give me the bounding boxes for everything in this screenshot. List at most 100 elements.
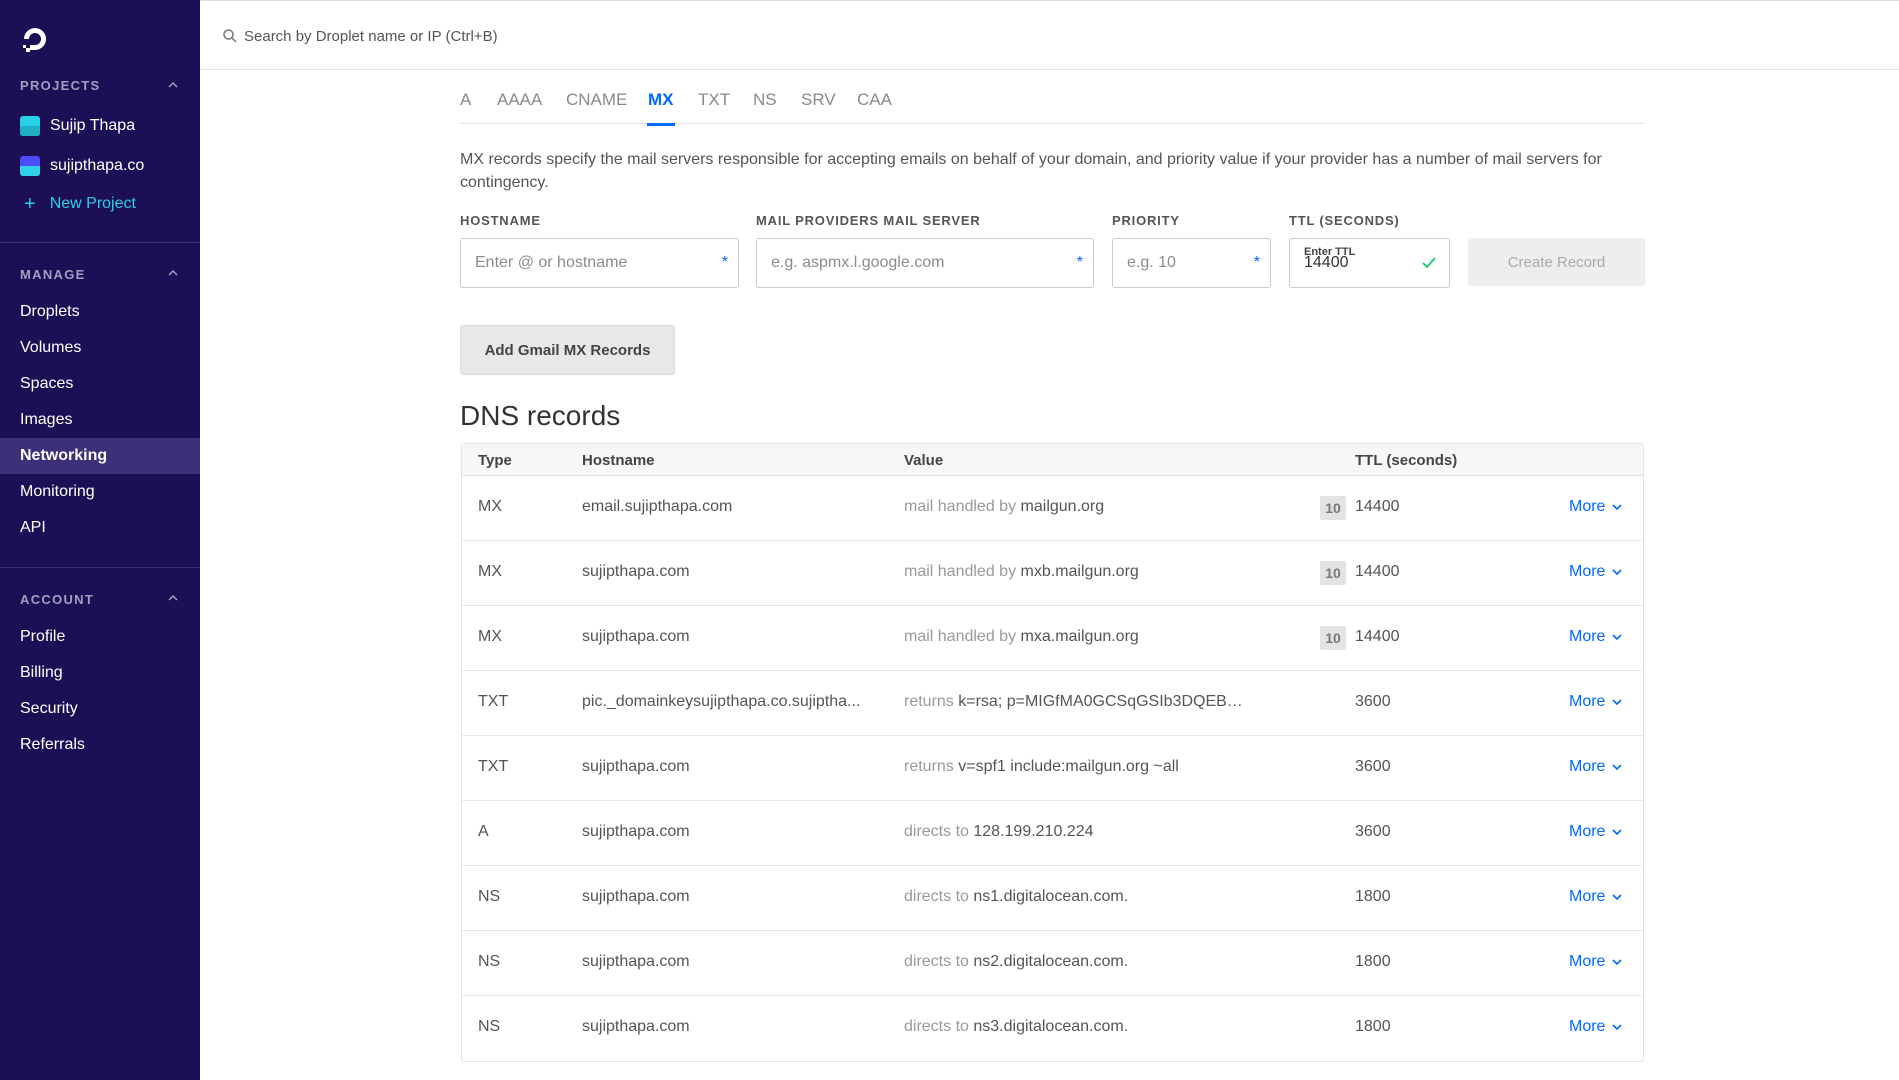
record-ttl: 1800: [1355, 1018, 1391, 1035]
record-value: mail handled by mxb.mailgun.org: [904, 563, 1249, 581]
chevron-up-icon[interactable]: [166, 266, 180, 280]
record-value: mail handled by mxa.mailgun.org: [904, 628, 1249, 646]
sidebar-item-api[interactable]: API: [0, 510, 200, 546]
priority-input[interactable]: [1127, 239, 1244, 287]
more-menu-button[interactable]: More: [1569, 693, 1623, 711]
value-prefix: mail handled by: [904, 498, 1017, 515]
header-value: Value: [904, 452, 944, 469]
chevron-down-icon: [1612, 829, 1623, 836]
chevron-down-icon: [1612, 504, 1623, 511]
more-menu-button[interactable]: More: [1569, 758, 1623, 776]
record-hostname: sujipthapa.com: [582, 628, 690, 645]
value-text: mxa.mailgun.org: [1020, 628, 1139, 645]
chevron-down-icon: [1612, 959, 1623, 966]
header-hostname: Hostname: [582, 452, 655, 469]
sidebar-item-billing[interactable]: Billing: [0, 655, 200, 691]
more-menu-button[interactable]: More: [1569, 628, 1623, 646]
tab-mx[interactable]: MX: [647, 90, 674, 126]
tab-srv[interactable]: SRV: [801, 90, 836, 124]
add-gmail-mx-button[interactable]: Add Gmail MX Records: [460, 325, 675, 375]
priority-label: PRIORITY: [1112, 213, 1180, 228]
chevron-down-icon: [1612, 894, 1623, 901]
tab-a[interactable]: A: [460, 90, 471, 124]
required-marker: *: [721, 254, 728, 271]
more-menu-button[interactable]: More: [1569, 498, 1623, 516]
ttl-field[interactable]: Enter TTL: [1289, 238, 1450, 288]
record-hostname: sujipthapa.com: [582, 1018, 690, 1035]
sidebar-item-spaces[interactable]: Spaces: [0, 366, 200, 402]
header-ttl: TTL (seconds): [1355, 452, 1458, 469]
record-type: TXT: [478, 693, 509, 710]
search-icon: [223, 29, 237, 43]
more-label: More: [1569, 758, 1606, 775]
value-text: mxb.mailgun.org: [1020, 563, 1139, 580]
value-prefix: mail handled by: [904, 563, 1017, 580]
priority-field[interactable]: *: [1112, 238, 1271, 288]
top-bar: [200, 0, 1899, 70]
more-menu-button[interactable]: More: [1569, 563, 1623, 581]
check-icon: [1422, 257, 1436, 269]
record-ttl: 14400: [1355, 563, 1400, 580]
mail-server-field[interactable]: *: [756, 238, 1094, 288]
more-label: More: [1569, 693, 1606, 710]
tab-caa[interactable]: CAA: [857, 90, 892, 124]
value-prefix: directs to: [904, 953, 969, 970]
record-value: directs to 128.199.210.224: [904, 823, 1249, 841]
value-text: mailgun.org: [1020, 498, 1105, 515]
more-label: More: [1569, 888, 1606, 905]
sidebar-item-security[interactable]: Security: [0, 691, 200, 727]
more-label: More: [1569, 498, 1606, 515]
create-record-button[interactable]: Create Record: [1468, 238, 1645, 286]
mail-server-input[interactable]: [771, 239, 1067, 287]
value-text: ns3.digitalocean.com.: [973, 1018, 1129, 1035]
tab-cname[interactable]: CNAME: [566, 90, 627, 124]
new-project-link[interactable]: + New Project: [20, 191, 136, 217]
hostname-input[interactable]: [475, 239, 712, 287]
ttl-input[interactable]: [1304, 239, 1423, 287]
sidebar-item-monitoring[interactable]: Monitoring: [0, 474, 200, 510]
dns-records-table: Type Hostname Value TTL (seconds) MX ema…: [461, 443, 1644, 1062]
more-menu-button[interactable]: More: [1569, 1018, 1623, 1036]
mx-description: MX records specify the mail servers resp…: [460, 151, 1602, 191]
more-menu-button[interactable]: More: [1569, 888, 1623, 906]
dns-records-title: DNS records: [460, 400, 621, 431]
record-type: MX: [478, 628, 502, 645]
sidebar-project-sujipthapa-co[interactable]: sujipthapa.co: [20, 153, 144, 179]
project-icon: [20, 116, 40, 136]
hostname-field[interactable]: *: [460, 238, 739, 288]
digitalocean-logo-icon[interactable]: [20, 24, 50, 54]
chevron-up-icon[interactable]: [166, 591, 180, 605]
sidebar-item-droplets[interactable]: Droplets: [0, 294, 200, 330]
more-label: More: [1569, 628, 1606, 645]
sidebar-project-sujip-thapa[interactable]: Sujip Thapa: [20, 113, 135, 139]
sidebar-item-profile[interactable]: Profile: [0, 619, 200, 655]
manage-header: MANAGE: [20, 267, 86, 282]
priority-badge: 10: [1320, 561, 1346, 585]
more-menu-button[interactable]: More: [1569, 953, 1623, 971]
tab-aaaa[interactable]: AAAA: [497, 90, 542, 124]
search-input[interactable]: [244, 21, 944, 51]
table-row: A sujipthapa.com directs to 128.199.210.…: [462, 801, 1643, 866]
sidebar-item-volumes[interactable]: Volumes: [0, 330, 200, 366]
value-text: 128.199.210.224: [973, 823, 1094, 840]
required-marker: *: [1076, 254, 1083, 271]
sidebar-item-referrals[interactable]: Referrals: [0, 727, 200, 763]
sidebar-item-images[interactable]: Images: [0, 402, 200, 438]
record-type: NS: [478, 1018, 501, 1035]
record-value: returns k=rsa; p=MIGfMA0GCSqGSIb3DQEBA..…: [904, 693, 1249, 711]
sidebar-item-networking[interactable]: Networking: [0, 438, 200, 474]
record-type: NS: [478, 888, 501, 905]
priority-badge: 10: [1320, 496, 1346, 520]
more-menu-button[interactable]: More: [1569, 823, 1623, 841]
project-label: sujipthapa.co: [50, 157, 145, 174]
chevron-up-icon[interactable]: [166, 78, 180, 92]
account-header: ACCOUNT: [20, 592, 95, 607]
table-row: NS sujipthapa.com directs to ns2.digital…: [462, 931, 1643, 996]
record-hostname: pic._domainkeysujipthapa.co.sujiptha...: [582, 693, 861, 710]
hostname-label: HOSTNAME: [460, 213, 541, 228]
tab-ns[interactable]: NS: [753, 90, 777, 124]
tab-txt[interactable]: TXT: [698, 90, 730, 124]
more-label: More: [1569, 563, 1606, 580]
chevron-down-icon: [1612, 1024, 1623, 1031]
value-prefix: returns: [904, 758, 954, 775]
